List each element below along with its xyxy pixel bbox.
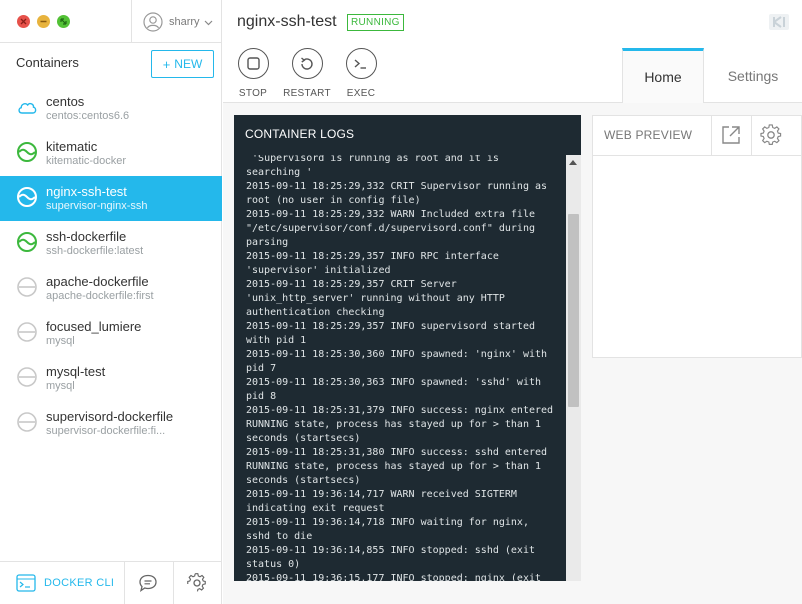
container-image: centos:centos6.6 [46, 110, 130, 122]
avatar-icon [143, 12, 163, 32]
home-content: CONTAINER LOGS 'Supervisord is running a… [223, 103, 802, 604]
main-panel: nginx-ssh-test RUNNING STOP RESTART EXEC… [223, 0, 802, 604]
web-preview-panel: WEB PREVIEW [592, 115, 802, 358]
restart-label: RESTART [283, 88, 331, 99]
container-name: supervisord-dockerfile [46, 409, 174, 424]
container-name: mysql-test [46, 364, 106, 379]
open-external-icon[interactable] [720, 124, 742, 146]
container-item-mysql-test[interactable]: mysql-test mysql [0, 356, 222, 401]
chat-bubble-icon [139, 574, 157, 592]
web-preview-title: WEB PREVIEW [604, 128, 693, 142]
container-logs-panel: CONTAINER LOGS 'Supervisord is running a… [234, 115, 581, 581]
docker-cli-button[interactable]: DOCKER CLI [16, 574, 114, 592]
running-status-icon [17, 187, 37, 207]
stop-icon [237, 48, 269, 79]
user-menu[interactable]: sharry [143, 11, 213, 33]
container-item-supervisord-dockerfile[interactable]: supervisord-dockerfile supervisor-docker… [0, 401, 222, 446]
plus-icon: + [162, 56, 171, 72]
stop-button[interactable]: STOP [228, 48, 278, 99]
container-item-nginx-ssh-test[interactable]: nginx-ssh-test supervisor-nginx-ssh [0, 176, 222, 221]
chevron-down-icon [204, 20, 212, 25]
new-container-button[interactable]: + NEW [151, 50, 214, 78]
gear-icon [187, 573, 206, 592]
container-list: centos centos:centos6.6 kitematic kitema… [0, 86, 222, 446]
restart-icon [291, 48, 323, 79]
sidebar: sharry Containers + NEW centos centos:ce… [0, 0, 222, 604]
running-status-icon [17, 232, 37, 252]
containers-title: Containers [16, 55, 79, 70]
stop-label: STOP [238, 88, 268, 99]
new-button-label: NEW [174, 57, 203, 71]
container-image: supervisor-dockerfile:fi... [46, 425, 166, 437]
container-name: focused_lumiere [46, 319, 142, 334]
terminal-prompt-icon [345, 48, 377, 79]
restart-button[interactable]: RESTART [282, 48, 332, 99]
container-item-apache-dockerfile[interactable]: apache-dockerfile apache-dockerfile:firs… [0, 266, 222, 311]
container-image: supervisor-nginx-ssh [46, 200, 148, 212]
container-item-centos[interactable]: centos centos:centos6.6 [0, 86, 222, 131]
container-item-ssh-dockerfile[interactable]: ssh-dockerfile ssh-dockerfile:latest [0, 221, 222, 266]
logs-text: 'Supervisord is running as root and it i… [246, 155, 554, 581]
window-maximize-button[interactable] [57, 15, 70, 28]
titlebar-divider [131, 0, 132, 43]
container-tabs: Home Settings [622, 48, 802, 103]
stopped-status-icon [17, 322, 37, 342]
container-image: kitematic-docker [46, 155, 127, 167]
footer-divider [124, 562, 125, 604]
cloud-download-icon [18, 102, 37, 114]
container-name: ssh-dockerfile [46, 229, 127, 244]
container-name: apache-dockerfile [46, 274, 149, 289]
stopped-status-icon [17, 277, 37, 297]
container-header: nginx-ssh-test RUNNING STOP RESTART EXEC… [223, 0, 802, 103]
scrollbar-thumb[interactable] [568, 214, 579, 407]
preview-divider [751, 116, 752, 156]
status-badge: RUNNING [347, 14, 404, 31]
container-image: apache-dockerfile:first [46, 290, 154, 302]
preview-divider [711, 116, 712, 156]
container-title: nginx-ssh-test [237, 13, 337, 30]
footer-divider [173, 562, 174, 604]
container-name: kitematic [46, 139, 98, 154]
docker-cli-label: DOCKER CLI [44, 577, 115, 589]
exec-button[interactable]: EXEC [336, 48, 386, 99]
stopped-status-icon [17, 367, 37, 387]
user-name: sharry [169, 16, 200, 28]
container-item-kitematic[interactable]: kitematic kitematic-docker [0, 131, 222, 176]
container-name: centos [46, 94, 85, 109]
scroll-up-arrow-icon[interactable] [569, 160, 577, 165]
container-item-focused-lumiere[interactable]: focused_lumiere mysql [0, 311, 222, 356]
feedback-button[interactable] [138, 573, 158, 598]
stopped-status-icon [17, 412, 37, 432]
logs-scroll-area[interactable]: 'Supervisord is running as root and it i… [234, 155, 566, 581]
window-close-button[interactable] [17, 15, 30, 28]
container-image: mysql [46, 380, 75, 392]
window-minimize-button[interactable] [37, 15, 50, 28]
web-preview-header: WEB PREVIEW [593, 116, 801, 156]
running-status-icon [17, 142, 37, 162]
preferences-button[interactable] [187, 573, 207, 598]
exec-label: EXEC [346, 88, 376, 99]
tab-home[interactable]: Home [622, 48, 704, 103]
container-logs-title: CONTAINER LOGS [245, 127, 355, 141]
sidebar-footer: DOCKER CLI [0, 561, 222, 604]
container-image: mysql [46, 335, 75, 347]
sidebar-titlebar: sharry [0, 0, 222, 43]
tab-settings[interactable]: Settings [704, 48, 802, 103]
container-name: nginx-ssh-test [46, 184, 127, 199]
logs-scrollbar[interactable] [566, 155, 581, 581]
gear-icon[interactable] [760, 124, 782, 146]
container-image: ssh-dockerfile:latest [46, 245, 144, 257]
terminal-window-icon [16, 574, 36, 592]
kitematic-logo-icon [769, 14, 789, 30]
